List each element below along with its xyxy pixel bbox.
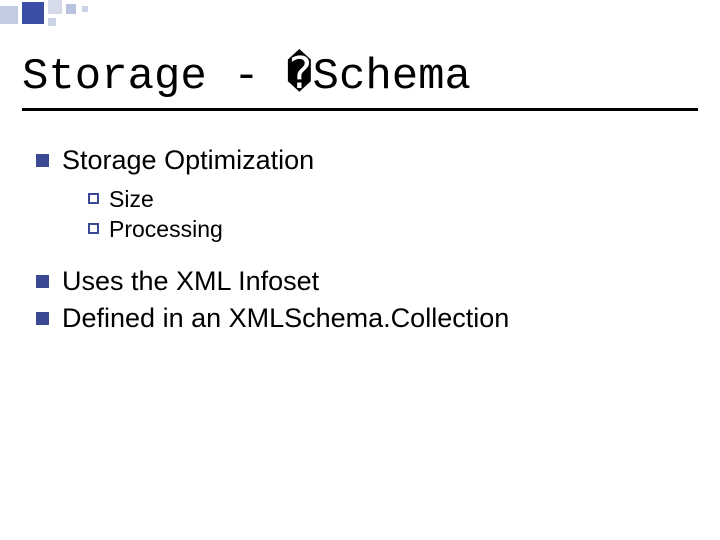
list-item-text: Uses the XML Infoset — [62, 266, 319, 297]
square-bullet-icon — [36, 275, 49, 288]
list-item: Storage Optimization — [36, 145, 698, 176]
list-item-text: Storage Optimization — [62, 145, 314, 176]
sub-list-item: Size — [88, 186, 698, 213]
hollow-square-bullet-icon — [88, 193, 99, 204]
sub-list-item-text: Processing — [109, 216, 223, 243]
sub-list-item: Processing — [88, 216, 698, 243]
slide-title: Storage - �Schema — [22, 48, 698, 111]
square-bullet-icon — [36, 154, 49, 167]
list-item: Uses the XML Infoset — [36, 266, 698, 297]
corner-decoration — [0, 0, 130, 30]
list-item: Defined in an XMLSchema.Collection — [36, 303, 698, 334]
deco-square — [0, 6, 18, 24]
square-bullet-icon — [36, 312, 49, 325]
slide-body: Storage Optimization Size Processing Use… — [22, 111, 698, 334]
deco-square — [82, 6, 88, 12]
deco-square — [22, 2, 44, 24]
deco-square — [66, 4, 76, 14]
list-item-text: Defined in an XMLSchema.Collection — [62, 303, 509, 334]
deco-square — [48, 18, 56, 26]
sub-list-item-text: Size — [109, 186, 154, 213]
deco-square — [48, 0, 62, 14]
sub-list: Size Processing — [36, 182, 698, 266]
hollow-square-bullet-icon — [88, 223, 99, 234]
slide-content: Storage - �Schema Storage Optimization S… — [22, 48, 698, 340]
